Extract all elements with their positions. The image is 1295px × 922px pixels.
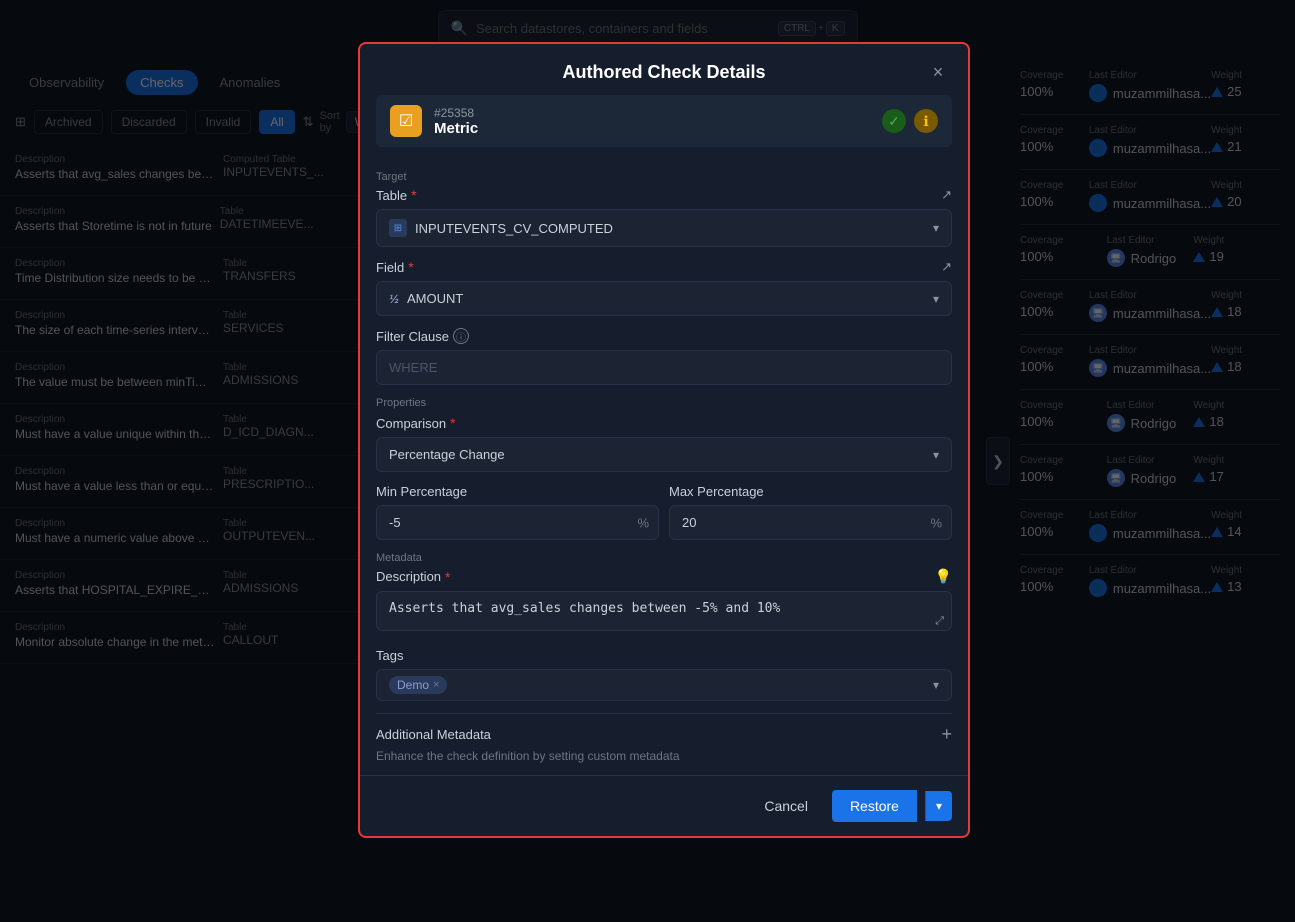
- comparison-select[interactable]: Percentage Change ▾: [376, 437, 952, 472]
- percent-suffix-icon: %: [637, 515, 649, 530]
- description-label: Description: [376, 569, 441, 584]
- comparison-title: Comparison *: [376, 415, 456, 431]
- description-textarea[interactable]: Asserts that avg_sales changes between -…: [376, 591, 952, 631]
- required-indicator: *: [450, 415, 455, 431]
- add-metadata-button[interactable]: +: [941, 724, 952, 745]
- check-header: ☑ #25358 Metric ✓ ℹ: [376, 95, 952, 147]
- field-header: Field * ↗: [376, 259, 952, 275]
- info-icon[interactable]: ⓘ: [453, 328, 469, 344]
- field-type-icon: ½: [389, 292, 399, 306]
- external-link-icon[interactable]: ↗: [941, 259, 952, 275]
- restore-button[interactable]: Restore: [832, 790, 917, 822]
- check-info: #25358 Metric: [434, 106, 870, 137]
- comparison-value: Percentage Change: [389, 447, 505, 462]
- properties-label: Properties: [376, 397, 952, 409]
- filter-input[interactable]: [376, 350, 952, 385]
- percentage-row: Min Percentage % Max Percentage %: [376, 484, 952, 540]
- modal-header: Authored Check Details ×: [360, 44, 968, 95]
- min-percentage-col: Min Percentage %: [376, 484, 659, 540]
- check-type-icon: ☑: [390, 105, 422, 137]
- modal-footer: Cancel Restore ▾: [360, 775, 968, 836]
- close-button[interactable]: ×: [924, 58, 952, 86]
- expand-icon[interactable]: ⤢: [935, 615, 944, 628]
- external-link-icon[interactable]: ↗: [941, 187, 952, 203]
- filter-label: Filter Clause: [376, 329, 449, 344]
- tags-label: Tags: [376, 648, 952, 663]
- required-indicator: *: [445, 569, 450, 585]
- field-title: Field *: [376, 259, 414, 275]
- status-icons: ✓ ℹ: [882, 109, 938, 133]
- min-percentage-label: Min Percentage: [376, 484, 659, 499]
- authored-check-modal: Authored Check Details × ☑ #25358 Metric…: [358, 42, 970, 838]
- min-percentage-input-wrap: %: [376, 505, 659, 540]
- modal-body: Target Table * ↗ ⊞ INPUTEVENTS_CV_COMPUT…: [360, 159, 968, 775]
- filter-field-header: Filter Clause ⓘ: [376, 328, 952, 344]
- status-check-icon: ✓: [882, 109, 906, 133]
- chevron-down-icon: ▾: [933, 221, 939, 235]
- max-percentage-label: Max Percentage: [669, 484, 952, 499]
- tags-input[interactable]: Demo × ▾: [376, 669, 952, 701]
- table-db-icon: ⊞: [389, 219, 407, 237]
- target-section-label: Target: [376, 171, 952, 183]
- comparison-header: Comparison *: [376, 415, 952, 431]
- max-percentage-col: Max Percentage %: [669, 484, 952, 540]
- chevron-down-icon: ▾: [933, 292, 939, 306]
- filter-title: Filter Clause ⓘ: [376, 328, 469, 344]
- max-percentage-input[interactable]: [669, 505, 952, 540]
- modal-title: Authored Check Details: [562, 62, 765, 83]
- table-value: INPUTEVENTS_CV_COMPUTED: [415, 221, 613, 236]
- additional-meta-title: Additional Metadata: [376, 727, 491, 742]
- table-select[interactable]: ⊞ INPUTEVENTS_CV_COMPUTED ▾: [376, 209, 952, 247]
- chevron-down-icon: ▾: [933, 448, 939, 462]
- description-input-wrap: Asserts that avg_sales changes between -…: [376, 591, 952, 636]
- max-percentage-input-wrap: %: [669, 505, 952, 540]
- additional-meta-header: Additional Metadata +: [376, 724, 952, 745]
- description-title: Description *: [376, 569, 450, 585]
- tags-chevron: ▾: [933, 678, 939, 692]
- required-indicator: *: [408, 259, 413, 275]
- table-select-inner: ⊞ INPUTEVENTS_CV_COMPUTED: [389, 219, 613, 237]
- additional-meta-desc: Enhance the check definition by setting …: [376, 749, 952, 763]
- table-label: Table: [376, 188, 407, 203]
- cancel-button[interactable]: Cancel: [748, 790, 824, 822]
- tag-label: Demo: [397, 678, 429, 692]
- field-select-inner: ½ AMOUNT: [389, 291, 463, 306]
- comparison-label: Comparison: [376, 416, 446, 431]
- status-warn-icon: ℹ: [914, 109, 938, 133]
- additional-metadata-section: Additional Metadata + Enhance the check …: [376, 713, 952, 763]
- lightbulb-icon[interactable]: 💡: [935, 568, 952, 585]
- tags-section: Tags Demo × ▾: [376, 648, 952, 701]
- required-indicator: *: [411, 187, 416, 203]
- tag-remove-button[interactable]: ×: [433, 679, 439, 691]
- description-header: Description * 💡: [376, 568, 952, 585]
- field-select[interactable]: ½ AMOUNT ▾: [376, 281, 952, 316]
- percent-suffix-icon: %: [930, 515, 942, 530]
- check-type: Metric: [434, 120, 870, 137]
- check-id: #25358: [434, 106, 870, 120]
- dropdown-chevron-icon: ▾: [936, 799, 942, 813]
- metadata-section: Metadata Description * 💡 Asserts that av…: [376, 552, 952, 763]
- tag-pill: Demo ×: [389, 676, 447, 694]
- field-label: Field: [376, 260, 404, 275]
- table-field-header: Table * ↗: [376, 187, 952, 203]
- table-field-title: Table *: [376, 187, 417, 203]
- comparison-select-inner: Percentage Change: [389, 447, 505, 462]
- restore-dropdown-button[interactable]: ▾: [925, 791, 952, 821]
- metadata-label: Metadata: [376, 552, 952, 564]
- field-value: AMOUNT: [407, 291, 463, 306]
- min-percentage-input[interactable]: [376, 505, 659, 540]
